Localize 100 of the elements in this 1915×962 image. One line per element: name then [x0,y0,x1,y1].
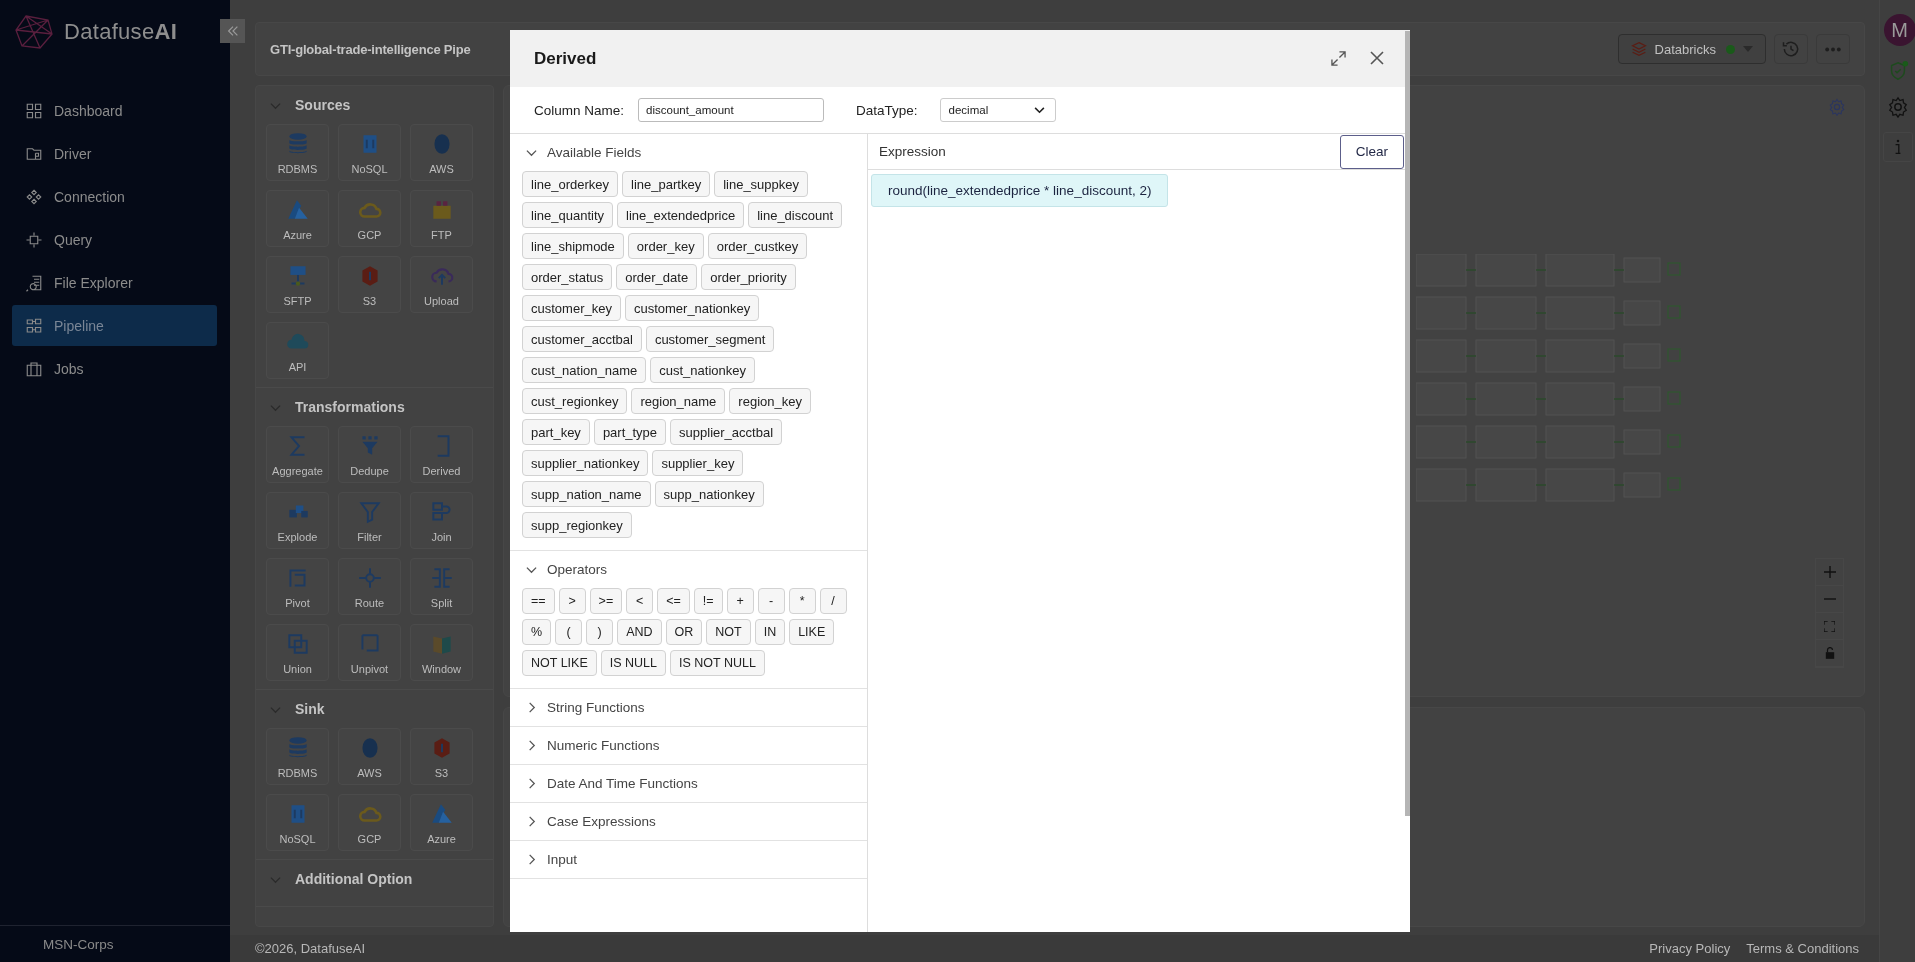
field-chip[interactable]: customer_segment [645,326,775,352]
palette-tile[interactable]: FTP [410,190,473,247]
clear-button[interactable]: Clear [1340,134,1404,169]
field-chip[interactable]: order_priority [701,264,796,290]
palette-tile[interactable]: NoSQL [266,794,329,851]
palette-tile[interactable]: AWS [410,124,473,181]
field-chip[interactable]: customer_nationkey [624,295,760,321]
settings-icon[interactable] [1886,96,1909,118]
field-chip[interactable]: line_shipmode [522,233,624,259]
section-header[interactable]: Date And Time Functions [510,765,867,802]
operator-chip[interactable]: AND [617,619,662,645]
nav-item[interactable]: Jobs [12,348,217,389]
palette-tile[interactable]: Dedupe [338,426,401,483]
palette-tile[interactable]: S3 [410,728,473,785]
nav-item[interactable]: Query [12,219,217,260]
section-header[interactable]: Case Expressions [510,803,867,840]
palette-tile[interactable]: Join [410,492,473,549]
field-chip[interactable]: cust_regionkey [522,388,628,414]
field-chip[interactable]: line_orderkey [522,171,619,197]
palette-tile[interactable]: SFTP [266,256,329,313]
field-chip[interactable]: line_discount [748,202,843,228]
palette-section-header[interactable]: Additional Option [256,860,493,898]
operator-chip[interactable]: - [757,588,785,614]
field-chip[interactable]: supp_nationkey [654,481,764,507]
section-header[interactable]: Operators [510,551,867,588]
settings-icon[interactable] [1828,98,1846,116]
palette-tile[interactable]: Explode [266,492,329,549]
expression-token[interactable]: round(line_extendedprice * line_discount, 2) [871,174,1169,207]
palette-tile[interactable]: Union [266,624,329,681]
operator-chip[interactable]: IS NULL [600,650,666,676]
field-chip[interactable]: line_partkey [622,171,711,197]
field-chip[interactable]: order_date [616,264,698,290]
operator-chip[interactable]: ) [586,619,614,645]
field-chip[interactable]: line_quantity [522,202,613,228]
field-chip[interactable]: line_extendedprice [617,202,745,228]
field-chip[interactable]: line_suppkey [714,171,809,197]
operator-chip[interactable]: NOT LIKE [522,650,597,676]
palette-tile[interactable]: NoSQL [338,124,401,181]
palette-tile[interactable]: Upload [410,256,473,313]
operator-chip[interactable]: LIKE [789,619,835,645]
field-chip[interactable]: order_custkey [707,233,808,259]
operator-chip[interactable]: IN [754,619,786,645]
section-header[interactable]: Numeric Functions [510,727,867,764]
nav-item[interactable]: Connection [12,176,217,217]
field-chip[interactable]: order_key [627,233,704,259]
field-chip[interactable]: part_type [593,419,667,445]
field-chip[interactable]: supplier_acctbal [670,419,783,445]
operator-chip[interactable]: > [558,588,586,614]
field-chip[interactable]: region_name [631,388,726,414]
field-chip[interactable]: cust_nationkey [650,357,755,383]
field-chip[interactable]: order_status [522,264,613,290]
palette-tile[interactable]: API [266,322,329,379]
operator-chip[interactable]: >= [589,588,623,614]
palette-section-header[interactable]: Sources [256,86,493,124]
operator-chip[interactable]: IS NOT NULL [670,650,765,676]
palette-tile[interactable]: RDBMS [266,728,329,785]
field-chip[interactable]: region_key [729,388,811,414]
palette-tile[interactable]: AWS [338,728,401,785]
section-header[interactable]: Input [510,841,867,878]
operator-chip[interactable]: ( [555,619,583,645]
palette-tile[interactable]: Aggregate [266,426,329,483]
operator-chip[interactable]: < [626,588,654,614]
palette-tile[interactable]: Pivot [266,558,329,615]
operator-chip[interactable]: + [726,588,754,614]
palette-tile[interactable]: Window [410,624,473,681]
operator-chip[interactable]: / [819,588,847,614]
field-chip[interactable]: customer_key [522,295,621,321]
collapse-sidebar-button[interactable] [220,19,245,43]
palette-tile[interactable]: Unpivot [338,624,401,681]
section-header[interactable]: String Functions [510,689,867,726]
palette-tile[interactable]: Route [338,558,401,615]
palette-tile[interactable]: Azure [410,794,473,851]
user-avatar[interactable]: M [1883,14,1915,46]
footer-link[interactable]: Privacy Policy [1649,941,1731,956]
field-chip[interactable]: supplier_key [652,450,744,476]
palette-tile[interactable]: S3 [338,256,401,313]
operator-chip[interactable]: * [788,588,816,614]
palette-tile[interactable]: RDBMS [266,124,329,181]
more-button[interactable] [1816,34,1850,64]
palette-tile[interactable]: Derived [410,426,473,483]
nav-item[interactable]: Driver [12,133,217,174]
nav-item[interactable]: File Explorer [12,262,217,303]
nav-item[interactable]: Dashboard [12,90,217,131]
history-button[interactable] [1774,34,1808,64]
palette-tile[interactable]: GCP [338,794,401,851]
palette-tile[interactable]: Filter [338,492,401,549]
palette-section-header[interactable]: Transformations [256,388,493,426]
operator-chip[interactable]: <= [657,588,690,614]
operator-chip[interactable]: NOT [706,619,751,645]
operator-chip[interactable]: OR [665,619,703,645]
nav-item[interactable]: Pipeline [12,305,217,346]
operator-chip[interactable]: % [522,619,552,645]
field-chip[interactable]: supplier_nationkey [522,450,649,476]
field-chip[interactable]: supp_nation_name [522,481,651,507]
section-header[interactable]: Available Fields [510,134,867,171]
expand-button[interactable] [1329,49,1348,68]
operator-chip[interactable]: == [522,588,555,614]
palette-section-header[interactable]: Sink [256,690,493,728]
footer-link[interactable]: Terms & Conditions [1746,941,1859,956]
field-chip[interactable]: part_key [522,419,590,445]
